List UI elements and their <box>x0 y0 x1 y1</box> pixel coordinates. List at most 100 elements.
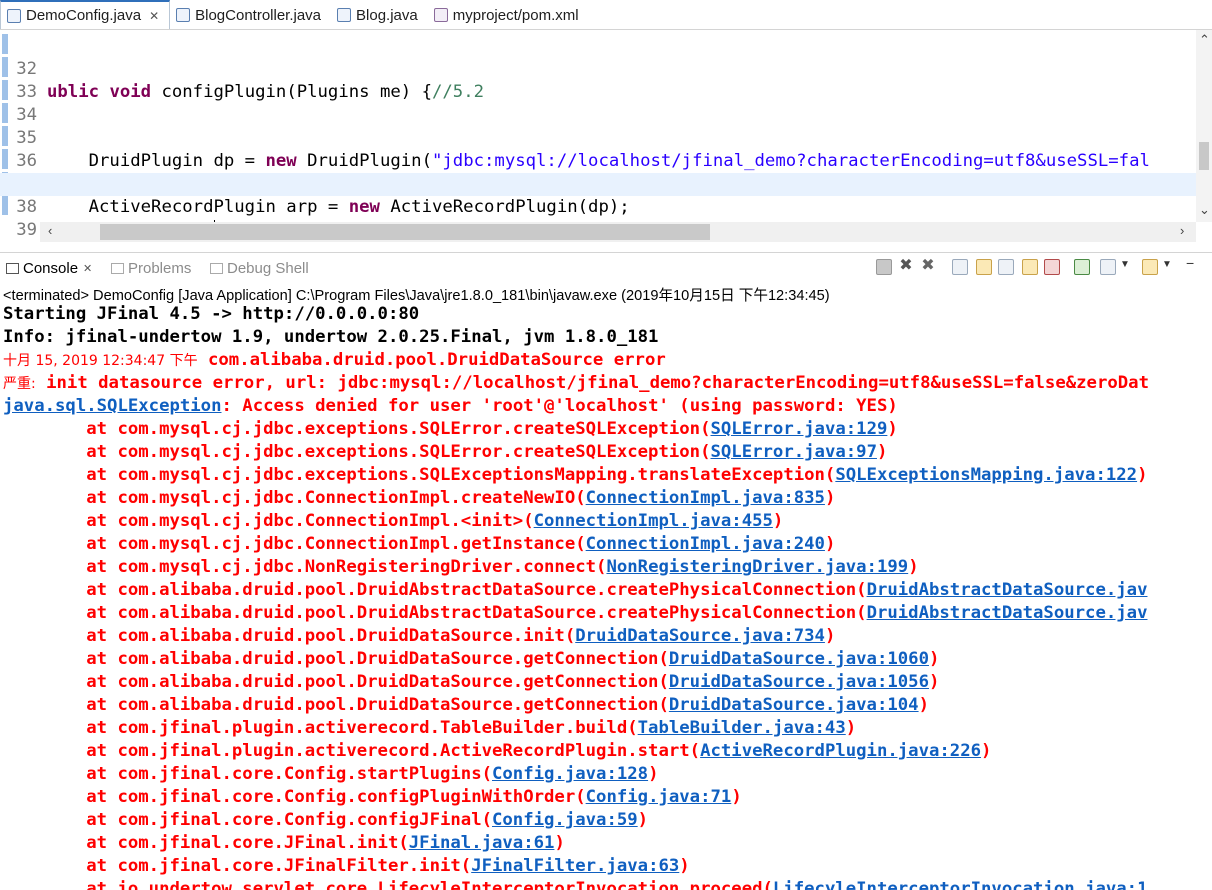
console-text: at io.undertow.servlet.core.LifecyleInte… <box>3 879 773 890</box>
exception-class-link[interactable]: java.sql.SQLException <box>3 396 222 416</box>
vertical-scrollbar[interactable]: ⌃ ⌄ <box>1196 30 1212 222</box>
console-text: at com.mysql.cj.jdbc.ConnectionImpl.getI… <box>3 534 586 554</box>
log-prefix: 严重: <box>3 376 36 392</box>
console-error-line: java.sql.SQLException: Access denied for… <box>3 395 898 418</box>
console-text: Starting JFinal 4.5 -> http://0.0.0.0:80 <box>3 304 420 324</box>
console-text: ) <box>824 534 836 554</box>
stack-trace-link[interactable]: Config.java:59 <box>492 810 638 830</box>
console-error-line: at com.mysql.cj.jdbc.ConnectionImpl.<ini… <box>3 510 783 533</box>
console-error-line: at io.undertow.servlet.core.LifecyleInte… <box>3 878 1147 890</box>
show-on-stdout-icon[interactable] <box>1022 259 1038 275</box>
console-text: at com.alibaba.druid.pool.DruidDataSourc… <box>3 695 669 715</box>
stack-trace-link[interactable]: JFinalFilter.java:63 <box>471 856 679 876</box>
editor-tab-pom[interactable]: myproject/pom.xml <box>428 1 589 29</box>
stack-trace-link[interactable]: DruidDataSource.java:104 <box>669 695 919 715</box>
console-text: at com.alibaba.druid.pool.DruidAbstractD… <box>3 603 867 623</box>
console-text: ) <box>908 557 919 577</box>
stack-trace-link[interactable]: JFinal.java:61 <box>409 833 555 853</box>
scroll-right-icon[interactable]: › <box>1180 223 1184 238</box>
remove-all-terminated-icon[interactable]: ✖ <box>920 258 936 275</box>
code-editor[interactable]: 32 ublic void configPlugin(Plugins me) {… <box>0 30 1212 244</box>
console-text: ) <box>772 511 784 531</box>
editor-tab-democonfig[interactable]: DemoConfig.java ✕ <box>0 0 171 29</box>
stack-trace-link[interactable]: SQLExceptionsMapping.java:122 <box>835 465 1137 485</box>
stack-trace-link[interactable]: DruidDataSource.java:734 <box>575 626 825 646</box>
horizontal-scrollbar[interactable]: ‹ › <box>40 222 1196 242</box>
console-error-line: at com.alibaba.druid.pool.DruidDataSourc… <box>3 694 929 717</box>
stack-trace-link[interactable]: ConnectionImpl.java:455 <box>534 511 773 531</box>
open-console-icon[interactable] <box>1142 259 1158 275</box>
stack-trace-link[interactable]: DruidDataSource.java:1060 <box>669 649 929 669</box>
stack-trace-link[interactable]: DruidAbstractDataSource.jav <box>867 580 1148 600</box>
console-text: at com.alibaba.druid.pool.DruidAbstractD… <box>3 580 867 600</box>
scroll-left-icon[interactable]: ‹ <box>48 223 52 238</box>
show-on-stderr-icon[interactable] <box>1044 259 1060 275</box>
code-line[interactable]: 36 me.add(dp); <box>0 127 1196 194</box>
tab-problems[interactable]: Problems <box>111 257 191 279</box>
stack-trace-link[interactable]: Config.java:71 <box>586 787 732 807</box>
editor-tab-blog[interactable]: Blog.java <box>331 1 428 29</box>
code-line[interactable]: 37 ActiveRecordPlugin arp = new ActiveRe… <box>0 150 1196 217</box>
console-error-line: at com.alibaba.druid.pool.DruidDataSourc… <box>3 648 939 671</box>
console-text: ) <box>887 419 898 439</box>
console-text: ) <box>876 442 888 462</box>
chevron-down-icon[interactable]: ▼ <box>1162 259 1172 270</box>
scrollbar-thumb[interactable] <box>100 224 710 240</box>
stack-trace-link[interactable]: Config.java:128 <box>492 764 648 784</box>
chevron-down-icon[interactable]: ▼ <box>1120 259 1130 270</box>
console-text: ) <box>981 741 992 761</box>
tab-console[interactable]: Console ✕ <box>6 257 92 279</box>
stack-trace-link[interactable]: NonRegisteringDriver.java:199 <box>606 557 908 577</box>
stack-trace-link[interactable]: ConnectionImpl.java:240 <box>586 534 825 554</box>
code-line[interactable]: 34 <box>0 81 1196 125</box>
code-line[interactable]: 39 arp.addMapping("blog", Blog.class); <box>0 196 1196 244</box>
console-text: ) <box>648 764 659 784</box>
console-icon <box>6 262 19 274</box>
console-text: : Access denied for user 'root'@'localho… <box>221 396 898 416</box>
console-text: ) <box>637 810 649 830</box>
code-line-current[interactable]: 38 me.add(arp); <box>0 173 1196 240</box>
editor-tab-blogcontroller[interactable]: BlogController.java <box>170 1 331 29</box>
scroll-down-icon[interactable]: ⌄ <box>1199 202 1210 218</box>
console-text: at com.jfinal.core.JFinalFilter.init( <box>3 856 472 876</box>
console-text: at com.mysql.cj.jdbc.ConnectionImpl.crea… <box>3 488 586 508</box>
console-text: ) <box>1137 465 1148 485</box>
console-text: com.alibaba.druid.pool.DruidDataSource e… <box>197 350 666 370</box>
pin-console-icon[interactable] <box>1074 259 1090 275</box>
stack-trace-link[interactable]: SQLError.java:97 <box>711 442 877 462</box>
console-text: at com.jfinal.core.JFinal.init( <box>3 833 409 853</box>
code-line[interactable]: 32 ublic void configPlugin(Plugins me) {… <box>0 35 1196 102</box>
clear-console-icon[interactable] <box>952 259 968 275</box>
tab-debug-shell[interactable]: Debug Shell <box>210 257 309 279</box>
close-icon[interactable]: ✕ <box>83 262 92 275</box>
maven-pom-icon <box>433 8 448 22</box>
stack-trace-link[interactable]: LifecyleInterceptorInvocation.java:1 <box>773 879 1148 890</box>
remove-launch-icon[interactable]: ✖ <box>898 258 914 275</box>
stack-trace-link[interactable]: DruidAbstractDataSource.jav <box>867 603 1148 623</box>
scroll-up-icon[interactable]: ⌃ <box>1199 32 1210 48</box>
console-error-line: at com.mysql.cj.jdbc.exceptions.SQLExcep… <box>3 464 1147 487</box>
minimize-icon[interactable]: − <box>1186 255 1194 271</box>
console-error-line: at com.mysql.cj.jdbc.exceptions.SQLError… <box>3 418 898 441</box>
scroll-lock-icon[interactable] <box>976 259 992 275</box>
display-selected-console-icon[interactable] <box>1100 259 1116 275</box>
scrollbar-thumb[interactable] <box>1199 142 1209 170</box>
stack-trace-link[interactable]: ConnectionImpl.java:835 <box>586 488 825 508</box>
console-text: ) <box>824 626 836 646</box>
console-error-line: at com.mysql.cj.jdbc.ConnectionImpl.getI… <box>3 533 835 556</box>
console-output-line: Info: jfinal-undertow 1.9, undertow 2.0.… <box>3 326 658 349</box>
stack-trace-link[interactable]: DruidDataSource.java:1056 <box>669 672 929 692</box>
stack-trace-link[interactable]: ActiveRecordPlugin.java:226 <box>700 741 981 761</box>
console-error-line: at com.jfinal.core.Config.configPluginWi… <box>3 786 742 809</box>
code-line[interactable]: 33 <box>0 58 1196 102</box>
console-output[interactable]: Starting JFinal 4.5 -> http://0.0.0.0:80… <box>0 303 1212 890</box>
console-error-line: at com.alibaba.druid.pool.DruidDataSourc… <box>3 671 939 694</box>
terminate-icon[interactable] <box>876 259 892 275</box>
stack-trace-link[interactable]: SQLError.java:129 <box>711 419 888 439</box>
console-error-line: at com.mysql.cj.jdbc.ConnectionImpl.crea… <box>3 487 835 510</box>
code-line[interactable]: 35 DruidPlugin dp = new DruidPlugin("jdb… <box>0 104 1196 171</box>
close-icon[interactable]: ✕ <box>149 9 159 23</box>
console-text: ) <box>918 695 929 715</box>
word-wrap-icon[interactable] <box>998 259 1014 275</box>
stack-trace-link[interactable]: TableBuilder.java:43 <box>638 718 846 738</box>
